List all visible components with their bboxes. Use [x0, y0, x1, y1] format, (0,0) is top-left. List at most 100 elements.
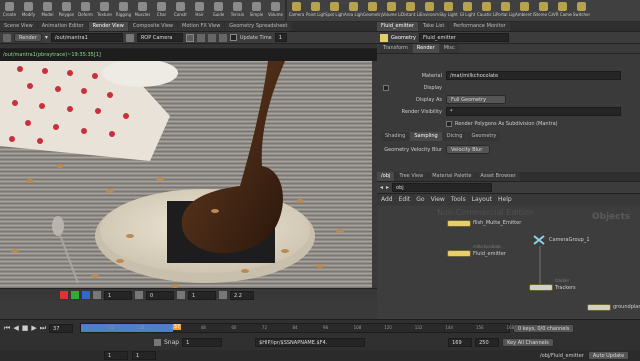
current-frame-field[interactable]: 37	[49, 323, 74, 333]
tab[interactable]: Shading	[381, 132, 410, 141]
shelf-tool[interactable]: Modify	[19, 0, 38, 22]
light-tool[interactable]: GI Light	[458, 0, 477, 22]
play-icon[interactable]: ▶	[31, 324, 36, 332]
first-frame-icon[interactable]: ⏮	[4, 324, 10, 333]
exposure-icon[interactable]	[177, 291, 185, 299]
snap-value[interactable]: 1	[182, 338, 223, 347]
back-icon[interactable]: ◂	[380, 184, 383, 191]
render-visibility-field[interactable]: *	[446, 107, 621, 116]
node-name-field[interactable]: Fluid_emitter	[418, 33, 509, 42]
key-all-button[interactable]: Key All Channels	[502, 338, 554, 347]
start-frame-field-2[interactable]: 1	[132, 351, 156, 360]
tab[interactable]: Fluid_emitter	[377, 22, 418, 31]
preview-icon[interactable]	[218, 33, 227, 42]
snapshot-path-field[interactable]: $HIP/ipr/$SSNAPNAME.$F4.	[255, 338, 366, 347]
shelf-tool[interactable]: Rigging	[114, 0, 133, 22]
tab[interactable]: Scene View	[0, 22, 37, 31]
zoom-icon[interactable]	[219, 291, 227, 299]
camera-field[interactable]: ROP Camera	[136, 33, 183, 42]
end-display-field[interactable]: 169	[448, 338, 473, 347]
status-field-1[interactable]: 1	[104, 290, 132, 300]
region-icon[interactable]	[185, 33, 194, 42]
lock-icon[interactable]	[207, 33, 216, 42]
menu-item[interactable]: Help	[498, 196, 512, 203]
shelf-tool[interactable]: Terrain	[228, 0, 247, 22]
pause-icon[interactable]	[196, 33, 205, 42]
light-tool[interactable]: Portal Light	[496, 0, 515, 22]
shelf-tool[interactable]: Volume	[266, 0, 285, 22]
tab[interactable]: Asset Browser	[476, 172, 520, 181]
tab[interactable]: Motion FX View	[178, 22, 225, 31]
tab[interactable]: Dicing	[442, 132, 467, 141]
zoom-field[interactable]: 2.2	[230, 290, 254, 300]
menu-item[interactable]: Go	[416, 196, 424, 203]
light-tool[interactable]: Camera	[287, 0, 306, 22]
tab[interactable]: Geometry	[467, 132, 501, 141]
node-trackers[interactable]	[529, 284, 553, 291]
shelf-tool[interactable]: Deform	[76, 0, 95, 22]
next-frame-icon[interactable]: ⏭	[40, 324, 46, 333]
menu-item[interactable]: View	[431, 196, 445, 203]
shelf-tool[interactable]: Create	[0, 0, 19, 22]
output-driver-field[interactable]: /out/mantra1	[50, 33, 123, 42]
render-image[interactable]	[0, 61, 372, 288]
camera-icon[interactable]	[93, 291, 101, 299]
tab[interactable]: Render	[412, 44, 439, 53]
light-tool[interactable]: Stereo Camera	[534, 0, 553, 22]
prev-frame-icon[interactable]: ◀	[13, 324, 18, 332]
start-frame-field[interactable]: 1	[104, 351, 128, 360]
light-tool[interactable]: Switcher	[572, 0, 591, 22]
display-as-menu[interactable]: Full Geometry	[446, 95, 506, 104]
light-tool[interactable]: Point Light	[306, 0, 325, 22]
snap-icon[interactable]	[154, 339, 161, 346]
light-tool[interactable]: Geometry Light	[363, 0, 382, 22]
light-tool[interactable]: Environment	[420, 0, 439, 22]
tab[interactable]: Composite View	[128, 22, 177, 31]
display-checkbox[interactable]	[383, 84, 389, 91]
update-time-value[interactable]: 1	[274, 33, 287, 42]
tab[interactable]: Take List	[418, 22, 449, 31]
render-button[interactable]: Render	[14, 33, 42, 42]
node-fluid-emitter[interactable]	[447, 250, 471, 257]
menu-item[interactable]: Edit	[399, 196, 411, 203]
shelf-tool[interactable]: Constr	[171, 0, 190, 22]
tab[interactable]: /obj	[377, 172, 395, 181]
menu-item[interactable]: Layout	[472, 196, 492, 203]
tab[interactable]: Misc	[439, 44, 459, 53]
tab[interactable]: Material Palette	[428, 172, 476, 181]
shelf-tool[interactable]: Hair	[190, 0, 209, 22]
light-tool[interactable]: Area Light	[344, 0, 363, 22]
update-time-checkbox[interactable]	[229, 34, 237, 41]
tab[interactable]: Tree View	[395, 172, 428, 181]
node-groundplane[interactable]	[587, 304, 611, 311]
stop-icon[interactable]: ■	[22, 324, 29, 332]
camera-group-node[interactable]	[532, 234, 546, 246]
timeline-track[interactable]: 1224364860728496108120132144156168 37	[80, 323, 514, 333]
shelf-tool[interactable]: Char	[152, 0, 171, 22]
auto-update-menu[interactable]: Auto Update	[587, 351, 630, 360]
network-path-field[interactable]: obj	[392, 183, 493, 192]
light-tool[interactable]: Caustic Light	[477, 0, 496, 22]
tab[interactable]: Render View	[88, 22, 128, 31]
forward-icon[interactable]: ▸	[386, 184, 389, 191]
subdivision-checkbox[interactable]	[446, 120, 452, 127]
material-field[interactable]: /mat/milkchocolate	[446, 71, 621, 80]
velocity-menu[interactable]: Velocity Blur	[446, 145, 490, 154]
menu-item[interactable]: Tools	[451, 196, 466, 203]
shelf-tool[interactable]: Simple	[247, 0, 266, 22]
light-tool[interactable]: Distant Light	[401, 0, 420, 22]
tab[interactable]: Sampling	[410, 132, 442, 141]
color-swatch-icon[interactable]	[82, 291, 90, 299]
status-field-2[interactable]: 0	[146, 290, 174, 300]
shelf-tool[interactable]: Model	[38, 0, 57, 22]
node-fluid-mutte-emitter[interactable]	[447, 220, 471, 227]
gamma-icon[interactable]	[135, 291, 143, 299]
shelf-tool[interactable]: Polygon	[57, 0, 76, 22]
light-tool[interactable]: Sky Light	[439, 0, 458, 22]
light-tool[interactable]: Ambient Light	[515, 0, 534, 22]
snapshot-icon[interactable]	[125, 33, 134, 42]
light-tool[interactable]: Volume Light	[382, 0, 401, 22]
end-frame-field[interactable]: 250	[475, 338, 500, 347]
status-field-3[interactable]: 1	[188, 290, 216, 300]
menu-item[interactable]: Add	[381, 196, 393, 203]
